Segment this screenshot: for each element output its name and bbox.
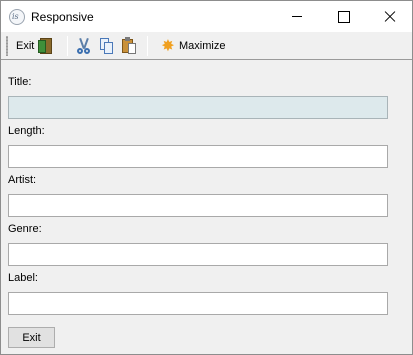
- artist-label: Artist:: [8, 174, 37, 186]
- toolbar-separator: [67, 36, 68, 56]
- title-field[interactable]: [8, 96, 388, 119]
- label-field[interactable]: [8, 292, 388, 315]
- paste-icon[interactable]: [121, 37, 139, 55]
- window-title: Responsive: [31, 10, 94, 24]
- app-icon: is: [9, 9, 25, 25]
- toolbar: Exit ✸ Maximize: [1, 32, 412, 60]
- length-label: Length:: [8, 125, 45, 137]
- toolbar-separator: [147, 36, 148, 56]
- title-bar: is Responsive: [1, 1, 412, 32]
- exit-door-icon: [38, 38, 53, 54]
- maximize-window-button[interactable]: [320, 1, 366, 32]
- minimize-button[interactable]: [274, 1, 320, 32]
- toolbar-maximize-label: Maximize: [179, 40, 226, 52]
- artist-field[interactable]: [8, 194, 388, 217]
- toolbar-exit-button[interactable]: Exit: [13, 35, 55, 57]
- app-window: is Responsive Exit ✸ Maximize Title: Len…: [0, 0, 413, 355]
- title-label: Title:: [8, 76, 32, 88]
- toolbar-grip[interactable]: [6, 36, 8, 56]
- copy-icon[interactable]: [98, 37, 116, 55]
- maximize-star-icon: ✸: [161, 36, 175, 55]
- label-label: Label:: [8, 272, 38, 284]
- genre-field[interactable]: [8, 243, 388, 266]
- cut-icon[interactable]: [75, 37, 93, 55]
- length-field[interactable]: [8, 145, 388, 168]
- toolbar-maximize-button[interactable]: ✸ Maximize: [157, 35, 228, 57]
- close-button[interactable]: [366, 1, 412, 32]
- toolbar-exit-label: Exit: [16, 40, 35, 52]
- genre-label: Genre:: [8, 223, 42, 235]
- exit-button[interactable]: Exit: [8, 327, 55, 348]
